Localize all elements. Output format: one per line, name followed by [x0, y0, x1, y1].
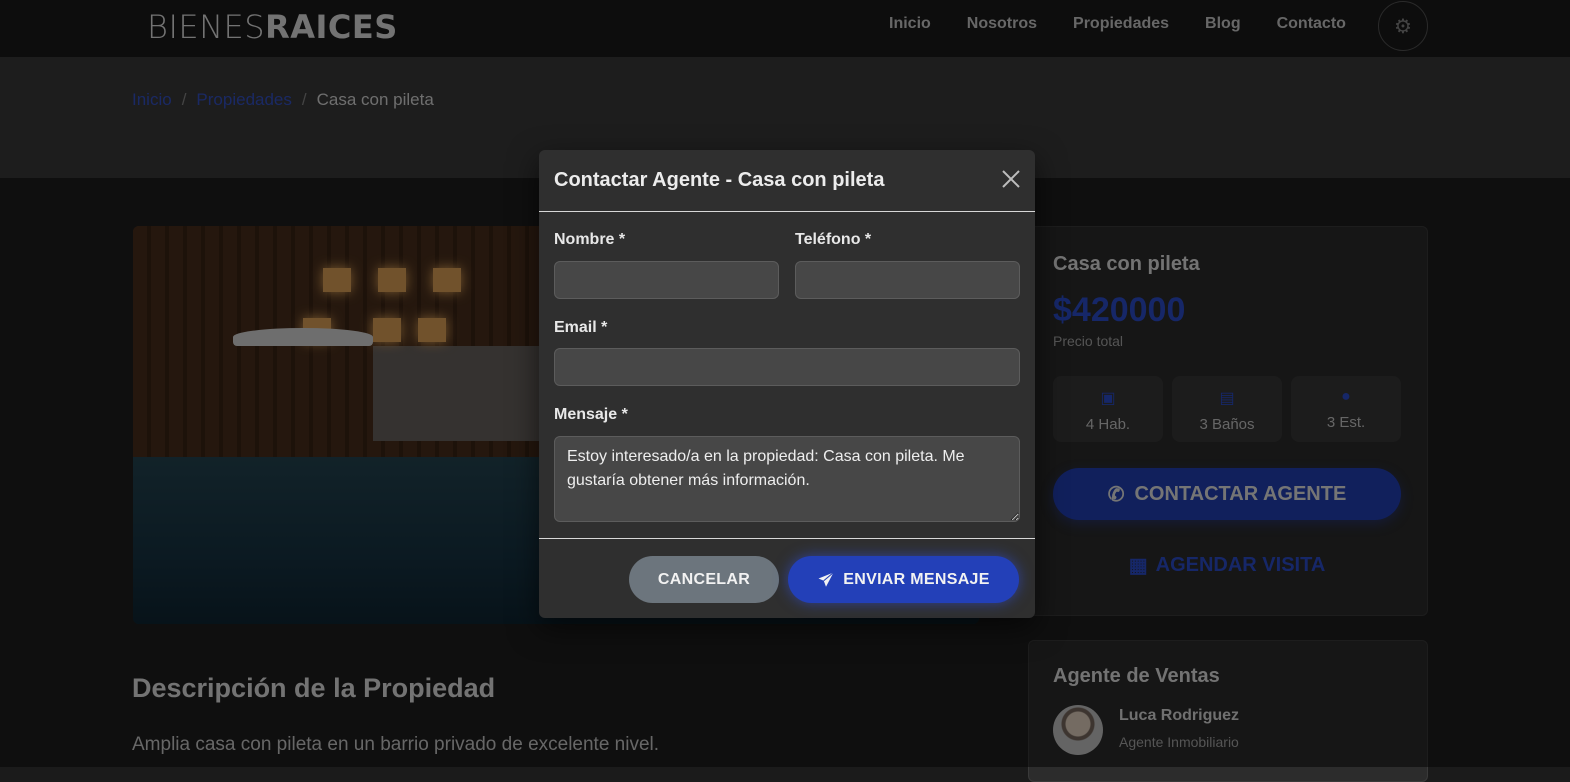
modal-title: Contactar Agente - Casa con pileta	[554, 169, 885, 191]
modal-footer: CANCELAR ENVIAR MENSAJE	[539, 538, 1035, 619]
cancel-label: CANCELAR	[657, 570, 751, 588]
email-label: Email *	[554, 319, 608, 336]
message-field[interactable]: Estoy interesado/a en la propiedad: Casa…	[554, 436, 1020, 522]
name-label: Nombre *	[554, 231, 626, 248]
close-icon	[1002, 170, 1020, 188]
name-field[interactable]	[554, 261, 779, 299]
close-button[interactable]	[999, 167, 1023, 191]
modal-header: Contactar Agente - Casa con pileta	[539, 150, 1035, 212]
email-field[interactable]	[554, 348, 1020, 386]
phone-field[interactable]	[795, 261, 1020, 299]
send-message-label: ENVIAR MENSAJE	[843, 570, 990, 588]
message-label: Mensaje *	[554, 406, 628, 423]
contact-agent-modal: Contactar Agente - Casa con pileta Nombr…	[539, 150, 1035, 618]
cancel-button[interactable]: CANCELAR	[629, 556, 779, 603]
send-message-button[interactable]: ENVIAR MENSAJE	[788, 556, 1019, 603]
phone-label: Teléfono *	[795, 231, 872, 248]
paper-plane-icon	[818, 571, 835, 587]
